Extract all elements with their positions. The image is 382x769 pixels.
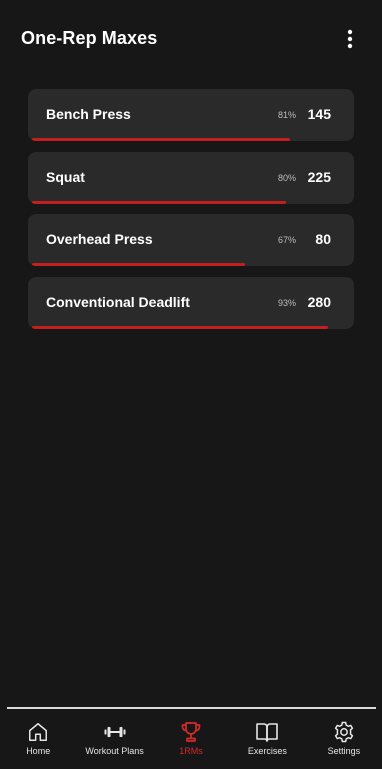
more-vertical-icon — [347, 29, 353, 49]
nav-item-workout-plans[interactable]: Workout Plans — [76, 709, 152, 769]
lift-name: Squat — [46, 168, 85, 185]
nav-label: Home — [26, 746, 51, 756]
lift-card-overhead-press[interactable]: Overhead Press 67% 80 — [28, 214, 354, 266]
book-icon — [255, 720, 279, 744]
lift-name: Conventional Deadlift — [46, 293, 190, 310]
lift-progress-bar — [32, 200, 350, 204]
nav-item-exercises[interactable]: Exercises — [229, 709, 305, 769]
lift-one-rep-max: 280 — [307, 293, 331, 310]
nav-label: Settings — [327, 746, 361, 756]
lift-card-bench-press[interactable]: Bench Press 81% 145 — [28, 89, 354, 141]
nav-item-home[interactable]: Home — [0, 709, 76, 769]
gear-icon — [332, 720, 356, 744]
lift-percent: 81% — [277, 110, 296, 120]
lift-progress-fill — [32, 325, 328, 329]
more-options-button[interactable] — [338, 26, 362, 52]
nav-label: Exercises — [247, 746, 287, 756]
dumbbell-icon — [103, 720, 127, 744]
lift-percent: 80% — [277, 172, 296, 183]
page-title: One-Rep Maxes — [21, 28, 158, 48]
nav-label: Workout Plans — [85, 746, 144, 756]
lift-one-rep-max: 145 — [307, 106, 331, 122]
lift-card-conventional-deadlift[interactable]: Conventional Deadlift 93% 280 — [28, 276, 354, 329]
app-header: One-Rep Maxes — [0, 0, 382, 80]
lift-percent: 93% — [277, 297, 296, 308]
nav-item-settings[interactable]: Settings — [306, 709, 382, 769]
bottom-navigation: Home Workout Plans 1RMs Exercises Settin… — [0, 709, 382, 769]
lift-name: Bench Press — [46, 106, 131, 122]
lift-progress-fill — [32, 138, 290, 141]
lift-one-rep-max: 80 — [315, 231, 331, 247]
lift-percent: 67% — [277, 235, 296, 245]
one-rep-max-list: Bench Press 81% 145 Squat 80% 225 Overhe… — [28, 89, 354, 339]
lift-name: Overhead Press — [46, 231, 153, 247]
lift-card-squat[interactable]: Squat 80% 225 — [28, 151, 354, 204]
lift-progress-bar — [32, 325, 350, 329]
lift-progress-bar — [32, 263, 350, 266]
lift-progress-bar — [32, 138, 350, 141]
lift-progress-fill — [32, 263, 246, 266]
nav-label: 1RMs — [179, 746, 203, 756]
lift-progress-fill — [32, 200, 287, 204]
app-screen: One-Rep Maxes Bench Press 81% 145 Squat … — [0, 0, 382, 769]
home-icon — [26, 720, 50, 744]
lift-one-rep-max: 225 — [307, 168, 331, 185]
trophy-icon — [179, 720, 203, 744]
nav-item-1rms[interactable]: 1RMs — [153, 709, 229, 769]
